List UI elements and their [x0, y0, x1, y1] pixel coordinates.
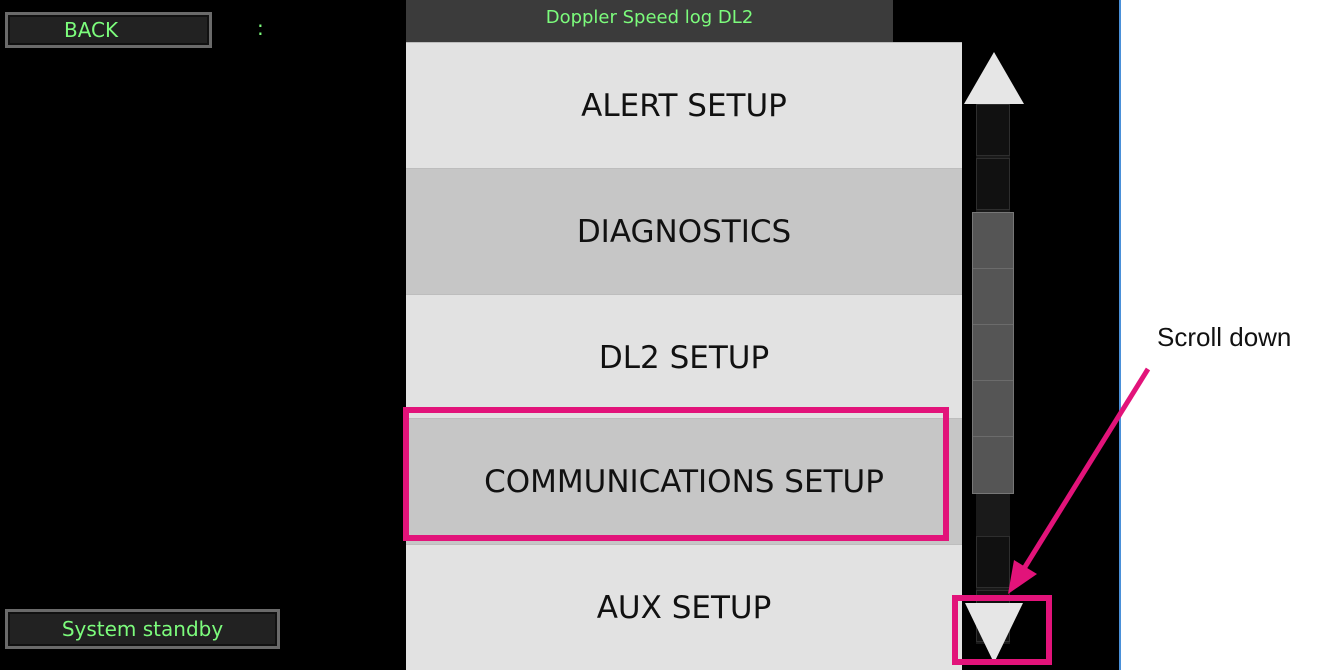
manual-figure: BACK : Doppler Speed log DL2 ALERT SETUP…: [0, 0, 1336, 670]
menu-item-alert-setup[interactable]: ALERT SETUP: [406, 42, 962, 168]
thumb-segment: [973, 381, 1013, 437]
triangle-down-icon[interactable]: [965, 603, 1023, 663]
menu-item-label: AUX SETUP: [596, 589, 772, 626]
menu-item-label: DL2 SETUP: [598, 339, 770, 376]
triangle-up-icon[interactable]: [964, 52, 1024, 104]
menu-item-label: ALERT SETUP: [581, 87, 787, 124]
header-separator: :: [257, 16, 264, 40]
track-segment: [976, 158, 1010, 210]
menu-item-label: COMMUNICATIONS SETUP: [484, 463, 884, 500]
thumb-segment: [973, 325, 1013, 381]
menu-item-aux-setup[interactable]: AUX SETUP: [406, 544, 962, 670]
status-indicator: System standby: [5, 609, 280, 649]
thumb-segment: [973, 269, 1013, 325]
device-screen: BACK : Doppler Speed log DL2 ALERT SETUP…: [0, 0, 1121, 670]
back-button[interactable]: BACK: [5, 12, 212, 48]
menu-item-dl2-setup[interactable]: DL2 SETUP: [406, 294, 962, 420]
menu-item-communications-setup[interactable]: COMMUNICATIONS SETUP: [406, 418, 962, 544]
setup-menu: ALERT SETUP DIAGNOSTICS DL2 SETUP COMMUN…: [406, 42, 962, 670]
menu-item-diagnostics[interactable]: DIAGNOSTICS: [406, 168, 962, 294]
menu-scrollbar[interactable]: [962, 42, 1028, 670]
page-title: Doppler Speed log DL2: [406, 0, 893, 42]
back-button-label: BACK: [64, 18, 119, 42]
scroll-thumb[interactable]: [972, 212, 1014, 494]
callout-label: Scroll down: [1157, 322, 1292, 352]
status-text: System standby: [61, 617, 224, 641]
track-segment: [976, 536, 1010, 588]
menu-item-label: DIAGNOSTICS: [576, 213, 792, 250]
track-segment: [976, 104, 1010, 156]
thumb-segment: [973, 213, 1013, 269]
